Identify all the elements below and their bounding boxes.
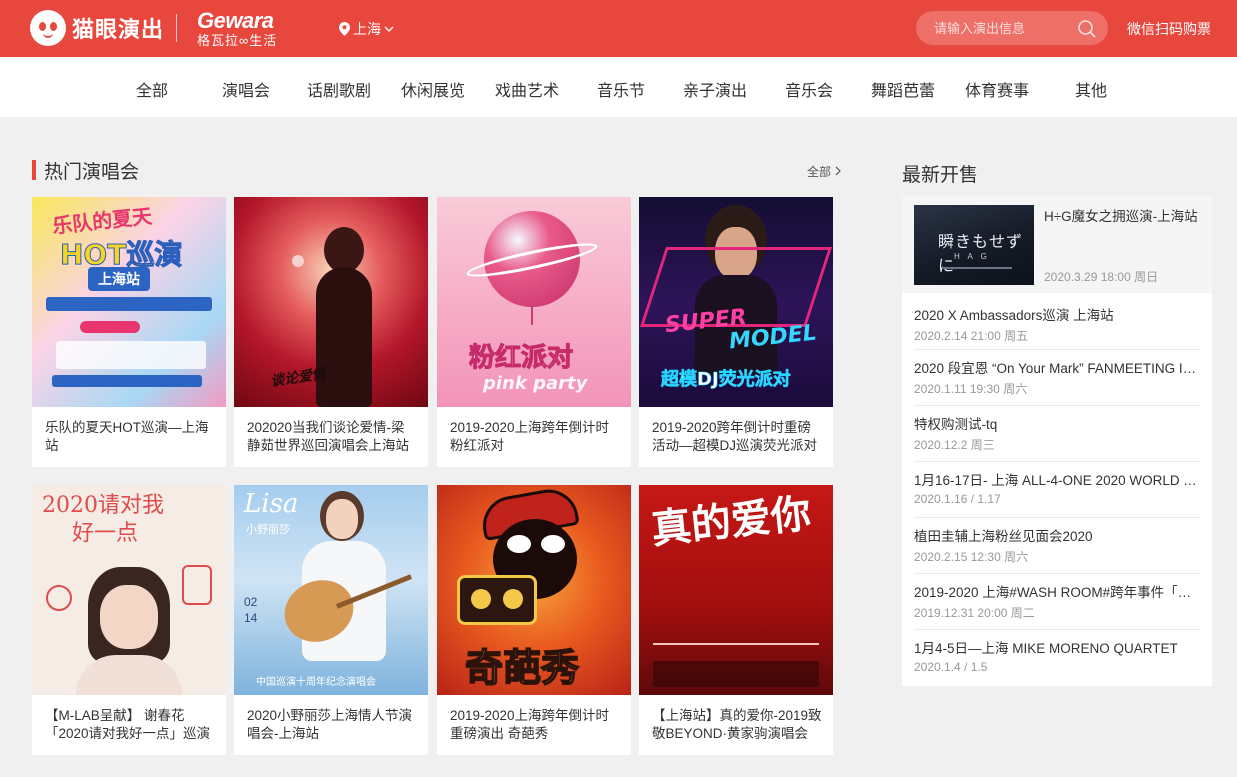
concert-card[interactable]: 2020请对我 好一点 【M-LAB呈献】 谢春花「2020请对我好一点」巡演: [32, 485, 226, 755]
cat-logo-icon: [30, 10, 66, 46]
poster-text: 真的爱你: [648, 489, 814, 554]
poster-text: 上海站: [88, 267, 150, 291]
concert-poster: 乐队的夏天 HOT巡演 上海站: [32, 197, 226, 407]
poster-text: pink party: [483, 373, 588, 394]
concert-title: 乐队的夏天HOT巡演—上海站: [45, 420, 209, 453]
latest-item-title: 2019-2020 上海#WASH ROOM#跨年事件「跨年派对」: [914, 585, 1200, 600]
nav-item-drama[interactable]: 话剧歌剧: [307, 77, 371, 101]
maoyan-logo[interactable]: 猫眼演出: [30, 10, 164, 46]
nav-item-festival[interactable]: 音乐节: [597, 77, 645, 101]
nav-item-music[interactable]: 音乐会: [785, 77, 833, 101]
concert-card[interactable]: Lisa 小野丽莎 02 14 中国巡演十周年纪念演唱会 2020小野丽莎上海情…: [234, 485, 428, 755]
latest-item-title: 1月4-5日—上海 MIKE MORENO QUARTET: [914, 641, 1178, 656]
poster-text: H A G: [954, 252, 990, 261]
latest-item-title: 植田圭辅上海粉丝见面会2020: [914, 529, 1093, 544]
latest-item[interactable]: 特权购测试-tq 2020.12.2 周三: [914, 405, 1200, 461]
featured-title: H÷G魔女之拥巡演-上海站: [1044, 209, 1198, 224]
concert-card[interactable]: SUPER MODEL 超模DJ荧光派对 2019-2020跨年倒计时重磅活动—…: [639, 197, 833, 467]
concert-card[interactable]: 粉红派对 pink party 2019-2020上海跨年倒计时粉红派对: [437, 197, 631, 467]
poster-text: 小野丽莎: [246, 523, 290, 536]
search-icon[interactable]: [1077, 19, 1097, 44]
gewara-logo[interactable]: Gewara 格瓦拉∞生活: [197, 8, 278, 49]
latest-item-date: 2020.2.15 12:30 周六: [914, 550, 1029, 564]
category-nav: 全部 演唱会 话剧歌剧 休闲展览 戏曲艺术 音乐节 亲子演出 音乐会 舞蹈芭蕾 …: [0, 57, 1237, 117]
poster-text: 好一点: [72, 521, 139, 546]
concert-title: 【M-LAB呈献】 谢春花「2020请对我好一点」巡演: [45, 708, 211, 741]
chevron-down-icon: [384, 25, 394, 33]
latest-item-title: 1月16-17日- 上海 ALL-4-ONE 2020 WORLD TOUR: [914, 473, 1200, 488]
hot-section-title: 热门演唱会: [32, 159, 140, 183]
concert-poster: 奇葩秀: [437, 485, 631, 695]
concert-card[interactable]: 谈论爱情 202020当我们谈论爱情-梁静茹世界巡回演唱会上海站: [234, 197, 428, 467]
nav-item-sports[interactable]: 体育赛事: [965, 77, 1029, 101]
latest-item-title: 2020 X Ambassadors巡演 上海站: [914, 308, 1114, 323]
poster-text: 粉红派对: [468, 343, 574, 374]
featured-poster: 瞬きもせずに H A G: [914, 205, 1034, 285]
concert-poster: 谈论爱情: [234, 197, 428, 407]
location-pin-icon: [339, 22, 350, 36]
featured-date: 2020.3.29 18:00 周日: [1044, 270, 1159, 284]
city-name: 上海: [353, 21, 381, 37]
latest-item-date: 2019.12.31 20:00 周二: [914, 606, 1035, 620]
nav-item-exhibition[interactable]: 休闲展览: [401, 77, 465, 101]
concert-title: 2019-2020上海跨年倒计时粉红派对: [450, 420, 610, 453]
logo-divider: [176, 14, 177, 42]
concert-title: 【上海站】真的爱你-2019致敬BEYOND·黄家驹演唱会: [652, 708, 822, 741]
concert-card[interactable]: 乐队的夏天 HOT巡演 上海站 乐队的夏天HOT巡演—上海站: [32, 197, 226, 467]
latest-item[interactable]: 2020 X Ambassadors巡演 上海站 2020.2.14 21:00…: [914, 296, 1200, 352]
latest-item[interactable]: 植田圭辅上海粉丝见面会2020 2020.2.15 12:30 周六: [914, 517, 1200, 573]
latest-panel: 瞬きもせずに H A G H÷G魔女之拥巡演-上海站 2020.3.29 18:…: [902, 196, 1212, 686]
poster-text: 超模DJ荧光派对: [661, 369, 791, 391]
nav-item-concert[interactable]: 演唱会: [222, 77, 270, 101]
logo-text: 猫眼演出: [72, 17, 165, 42]
concert-poster: 粉红派对 pink party: [437, 197, 631, 407]
concert-title: 2020小野丽莎上海情人节演唱会-上海站: [247, 708, 413, 741]
wechat-buy-link[interactable]: 微信扫码购票: [1127, 19, 1211, 39]
latest-item[interactable]: 1月16-17日- 上海 ALL-4-ONE 2020 WORLD TOUR 2…: [914, 461, 1200, 517]
gewara-title: Gewara: [197, 8, 274, 33]
nav-item-opera[interactable]: 戏曲艺术: [495, 77, 559, 101]
concert-poster: 2020请对我 好一点: [32, 485, 226, 695]
nav-item-dance[interactable]: 舞蹈芭蕾: [871, 77, 935, 101]
latest-item-date: 2020.2.14 21:00 周五: [914, 329, 1029, 343]
concert-poster: Lisa 小野丽莎 02 14 中国巡演十周年纪念演唱会: [234, 485, 428, 695]
poster-text: Lisa: [244, 489, 299, 519]
latest-item-date: 2020.1.11 19:30 周六: [914, 382, 1028, 396]
hot-title-text: 热门演唱会: [44, 161, 140, 183]
latest-item-title: 特权购测试-tq: [914, 417, 998, 432]
nav-item-kids[interactable]: 亲子演出: [683, 77, 747, 101]
poster-text: 奇葩秀: [464, 645, 580, 691]
see-all-link[interactable]: 全部: [807, 163, 841, 180]
nav-item-all[interactable]: 全部: [136, 77, 168, 101]
latest-item-date: 2020.1.4 / 1.5: [914, 660, 988, 674]
top-header: 猫眼演出 Gewara 格瓦拉∞生活 上海 微信扫码购票: [0, 0, 1237, 57]
latest-item[interactable]: 2020 段宜恩 “On Your Mark” FANMEETING IN SH…: [914, 349, 1200, 405]
concert-card[interactable]: 真的爱你 【上海站】真的爱你-2019致敬BEYOND·黄家驹演唱会: [639, 485, 833, 755]
concert-title: 2019-2020跨年倒计时重磅活动—超模DJ巡演荧光派对: [652, 420, 817, 453]
nav-item-other[interactable]: 其他: [1075, 77, 1107, 101]
latest-item-title: 2020 段宜恩 “On Your Mark” FANMEETING IN SH…: [914, 361, 1200, 376]
chevron-right-icon: [835, 165, 841, 179]
concert-title: 2019-2020上海跨年倒计时重磅演出 奇葩秀: [450, 708, 610, 741]
see-all-label: 全部: [807, 165, 832, 179]
search-input[interactable]: [916, 11, 1076, 45]
poster-text: 中国巡演十周年纪念演唱会: [256, 677, 376, 688]
latest-item-date: 2020.1.16 / 1.17: [914, 492, 1001, 506]
concert-poster: 真的爱你: [639, 485, 833, 695]
city-selector[interactable]: 上海: [339, 19, 394, 39]
latest-item[interactable]: 2019-2020 上海#WASH ROOM#跨年事件「跨年派对」 2019.1…: [914, 573, 1200, 629]
title-accent-bar: [32, 160, 36, 180]
featured-show[interactable]: 瞬きもせずに H A G H÷G魔女之拥巡演-上海站 2020.3.29 18:…: [902, 196, 1212, 293]
latest-section-title: 最新开售: [902, 165, 979, 186]
gewara-subtitle: 格瓦拉∞生活: [197, 33, 278, 48]
concert-title: 202020当我们谈论爱情-梁静茹世界巡回演唱会上海站: [247, 420, 409, 453]
latest-item-date: 2020.12.2 周三: [914, 438, 995, 452]
concert-poster: SUPER MODEL 超模DJ荧光派对: [639, 197, 833, 407]
concert-card[interactable]: 奇葩秀 2019-2020上海跨年倒计时重磅演出 奇葩秀: [437, 485, 631, 755]
latest-item[interactable]: 1月4-5日—上海 MIKE MORENO QUARTET 2020.1.4 /…: [914, 629, 1200, 685]
search-box: [916, 11, 1108, 45]
